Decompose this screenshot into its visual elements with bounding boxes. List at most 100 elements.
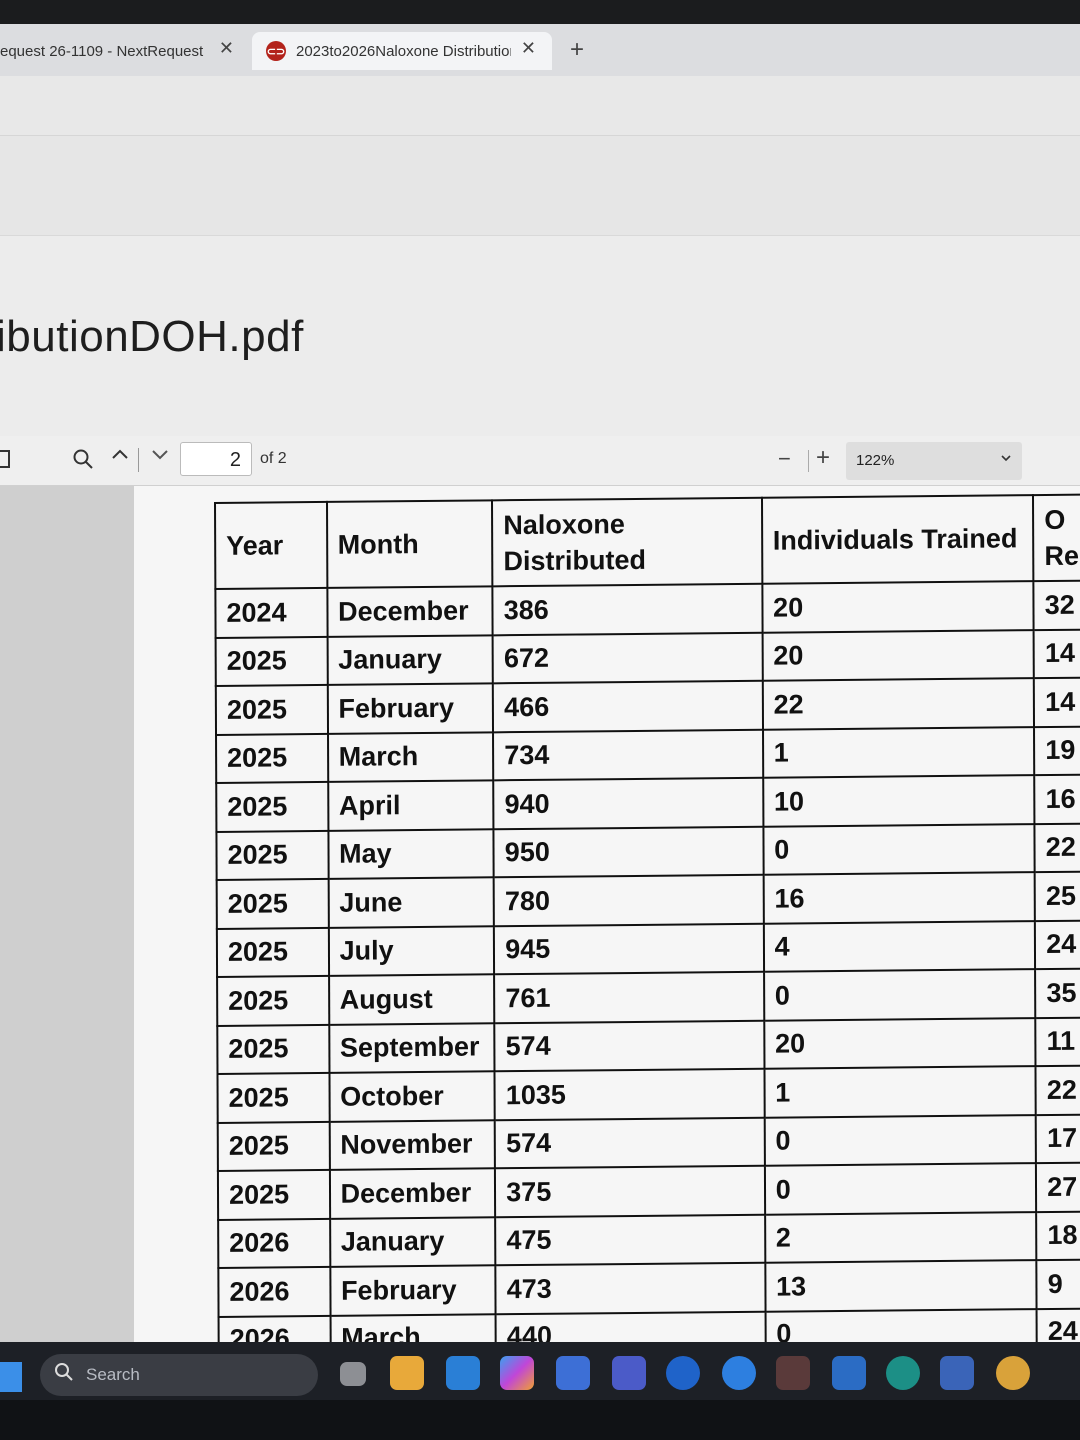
cell-cut-off: 22 <box>1034 823 1080 873</box>
cell-year: 2025 <box>216 830 329 880</box>
chevron-up-icon[interactable] <box>110 444 130 470</box>
table-row: 2025 March 734 1 19 <box>216 726 1080 783</box>
table-row: 2025 October 1035 1 22 <box>217 1065 1080 1123</box>
cell-month: June <box>328 877 495 928</box>
naloxone-table: Year Month Naloxone Distributed Individu… <box>214 494 1080 1357</box>
task-view-icon[interactable] <box>340 1362 366 1386</box>
app-icon[interactable] <box>776 1356 810 1390</box>
cell-month: July <box>328 925 495 976</box>
bookmarks-area <box>0 136 1080 236</box>
cell-cut-off: 11 <box>1035 1017 1080 1067</box>
cell-year: 2025 <box>217 1169 330 1220</box>
cell-cut-off: 22 <box>1035 1065 1080 1115</box>
cell-cut-off: 35 <box>1035 968 1080 1018</box>
table-row: 2025 May 950 0 22 <box>216 823 1080 880</box>
file-explorer-icon[interactable] <box>390 1356 424 1390</box>
start-icon[interactable] <box>0 1362 22 1392</box>
chevron-down-icon[interactable] <box>150 444 170 470</box>
cell-cut-off: 27 <box>1036 1162 1080 1212</box>
search-icon[interactable] <box>72 448 94 475</box>
close-icon[interactable]: ✕ <box>521 38 536 59</box>
pdf-icon: ⊂⊃ <box>266 41 286 61</box>
help-icon[interactable] <box>722 1356 756 1390</box>
tab-label: 2023to2026Naloxone Distribution <box>296 42 511 60</box>
table-row: 2025 February 466 22 14 <box>215 677 1080 735</box>
tab-naloxone-pdf[interactable]: ⊂⊃ 2023to2026Naloxone Distribution ✕ <box>252 32 552 70</box>
cell-cut-off: 24 <box>1035 920 1080 970</box>
table-row: 2025 July 945 4 24 <box>216 920 1080 977</box>
table-row: 2025 November 574 0 17 <box>217 1114 1080 1171</box>
table-row: 2025 December 375 0 27 <box>217 1162 1080 1220</box>
cell-month: December <box>329 1168 496 1219</box>
page-number-input[interactable]: 2 <box>180 442 252 476</box>
cell-month: November <box>329 1119 496 1170</box>
cell-individuals-trained: 4 <box>763 920 1036 972</box>
cell-year: 2025 <box>215 636 328 686</box>
cell-cut-off: 25 <box>1034 871 1080 921</box>
store-icon[interactable] <box>446 1356 480 1390</box>
address-bar-area <box>0 76 1080 136</box>
table-row: 2025 August 761 0 35 <box>217 968 1080 1026</box>
cell-year: 2026 <box>218 1266 331 1317</box>
teams-icon[interactable] <box>612 1356 646 1390</box>
table-row: 2026 February 473 13 9 <box>218 1259 1080 1317</box>
tab-nextrequest[interactable]: equest 26-1109 - NextRequest ✕ <box>0 32 250 70</box>
chevron-down-icon <box>1000 452 1012 467</box>
zoom-in-button[interactable]: + <box>816 444 830 472</box>
cell-year: 2025 <box>217 1121 330 1171</box>
cell-year: 2025 <box>217 1024 330 1074</box>
new-tab-button[interactable]: + <box>570 36 584 64</box>
sidebar-toggle-icon[interactable] <box>0 450 10 468</box>
cell-month: January <box>329 1216 496 1267</box>
calendar-icon[interactable] <box>556 1356 590 1390</box>
header-naloxone-distributed: Naloxone Distributed <box>492 497 763 587</box>
cell-year: 2025 <box>217 1072 330 1123</box>
cell-naloxone-distributed: 950 <box>493 826 764 878</box>
edge-icon[interactable] <box>886 1356 920 1390</box>
outlook-icon[interactable] <box>832 1356 866 1390</box>
header-individuals-trained: Individuals Trained <box>761 495 1034 584</box>
cell-naloxone-distributed: 945 <box>494 923 764 975</box>
toolbar-divider <box>138 448 139 472</box>
pdf-toolbar: 2 of 2 − + 122% <box>0 436 1080 486</box>
taskbar-search[interactable]: Search <box>40 1354 318 1396</box>
cell-year: 2025 <box>216 878 329 929</box>
cell-naloxone-distributed: 940 <box>493 777 764 829</box>
zoom-select[interactable]: 122% <box>846 442 1022 480</box>
cell-month: December <box>326 586 493 637</box>
cell-cut-off: 17 <box>1035 1114 1080 1164</box>
copilot-icon[interactable] <box>500 1356 534 1390</box>
zoom-out-button[interactable]: − <box>778 446 791 472</box>
monitor-bezel <box>0 0 1080 24</box>
hp-icon[interactable] <box>666 1356 700 1390</box>
cell-individuals-trained: 2 <box>764 1211 1037 1263</box>
cell-month: February <box>329 1265 496 1316</box>
chrome-icon[interactable] <box>996 1356 1030 1390</box>
cell-naloxone-distributed: 1035 <box>494 1068 765 1120</box>
table-row: 2025 June 780 16 25 <box>216 871 1080 929</box>
screen: equest 26-1109 - NextRequest ✕ ⊂⊃ 2023to… <box>0 0 1080 1440</box>
cell-cut-off: 14 <box>1033 629 1080 679</box>
document-title: ibutionDOH.pdf <box>0 312 304 361</box>
pdf-page: Year Month Naloxone Distributed Individu… <box>134 486 1080 1356</box>
cell-cut-off: 9 <box>1036 1259 1080 1309</box>
cell-naloxone-distributed: 672 <box>492 632 763 684</box>
cell-individuals-trained: 0 <box>763 823 1035 875</box>
table-header-row: Year Month Naloxone Distributed Individu… <box>215 494 1080 589</box>
header-year: Year <box>215 501 327 589</box>
app-icon-2[interactable] <box>940 1356 974 1390</box>
table-row: 2025 April 940 10 16 <box>216 774 1080 832</box>
pdf-viewport[interactable]: Year Month Naloxone Distributed Individu… <box>0 486 1080 1356</box>
cell-naloxone-distributed: 734 <box>493 729 763 781</box>
zoom-value: 122% <box>856 452 895 469</box>
cell-individuals-trained: 22 <box>762 678 1035 730</box>
cell-individuals-trained: 0 <box>764 1114 1037 1166</box>
cell-month: April <box>327 780 494 831</box>
cell-naloxone-distributed: 574 <box>494 1020 765 1072</box>
cell-naloxone-distributed: 375 <box>495 1165 765 1217</box>
cell-individuals-trained: 13 <box>764 1260 1037 1312</box>
close-icon[interactable]: ✕ <box>219 38 234 59</box>
cell-individuals-trained: 20 <box>762 581 1034 633</box>
monitor-bezel-bottom <box>0 1400 1080 1440</box>
cell-year: 2025 <box>215 684 328 735</box>
